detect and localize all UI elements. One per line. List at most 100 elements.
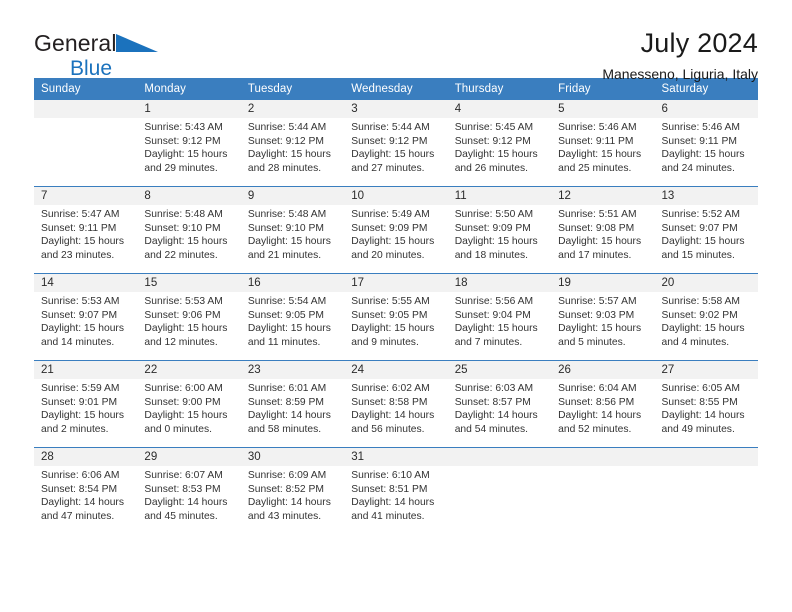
day-cell[interactable]: Sunrise: 6:07 AM Sunset: 8:53 PM Daylight:…: [137, 466, 241, 534]
day-cell[interactable]: Sunrise: 5:46 AM Sunset: 9:11 PM Daylight:…: [551, 118, 655, 186]
day-number[interactable]: 12: [551, 187, 655, 205]
day-cell[interactable]: Sunrise: 5:48 AM Sunset: 9:10 PM Daylight:…: [137, 205, 241, 273]
day-cell[interactable]: Sunrise: 5:53 AM Sunset: 9:07 PM Daylight:…: [34, 292, 138, 360]
day-daylight-line: and 4 minutes.: [661, 336, 730, 348]
day-number[interactable]: 13: [654, 187, 758, 205]
day-cell[interactable]: Sunrise: 5:53 AM Sunset: 9:06 PM Daylight:…: [137, 292, 241, 360]
day-daylight-line: Daylight: 14 hours: [454, 410, 538, 422]
day-daylight-line: and 14 minutes.: [41, 336, 115, 348]
day-sunrise-line: Sunrise: 5:54 AM: [247, 296, 327, 307]
day-cell[interactable]: Sunrise: 6:05 AM Sunset: 8:55 PM Daylight:…: [654, 379, 758, 447]
day-cell[interactable]: Sunrise: 5:45 AM Sunset: 9:12 PM Daylight:…: [447, 118, 552, 186]
day-cell[interactable]: Sunrise: 5:50 AM Sunset: 9:09 PM Daylight:…: [447, 205, 552, 273]
day-cell[interactable]: Sunrise: 6:02 AM Sunset: 8:58 PM Daylight:…: [344, 379, 448, 447]
calendar-table: Sunday Monday Tuesday Wednesday Thursday…: [34, 78, 758, 534]
day-daylight-line: and 47 minutes.: [41, 510, 115, 522]
day-number[interactable]: 20: [654, 274, 758, 292]
day-sunrise-line: Sunrise: 6:03 AM: [454, 383, 534, 394]
day-cell[interactable]: Sunrise: 5:44 AM Sunset: 9:12 PM Daylight:…: [344, 118, 448, 186]
day-number[interactable]: 10: [344, 187, 448, 205]
day-daylight-line: and 22 minutes.: [144, 249, 218, 261]
day-sunset-line: Sunset: 8:53 PM: [144, 483, 221, 495]
day-daylight-line: and 17 minutes.: [558, 249, 632, 261]
day-number[interactable]: 1: [137, 100, 241, 118]
day-sunset-line: Sunset: 9:00 PM: [144, 396, 221, 408]
day-number[interactable]: 21: [34, 361, 138, 379]
day-number[interactable]: 19: [551, 274, 655, 292]
day-sunset-line: Sunset: 8:59 PM: [247, 396, 324, 408]
day-daylight-line: and 9 minutes.: [351, 336, 419, 348]
day-daylight-line: and 29 minutes.: [144, 162, 218, 174]
day-number[interactable]: 2: [240, 100, 345, 118]
day-sunset-line: Sunset: 9:12 PM: [144, 135, 221, 147]
day-daylight-line: and 24 minutes.: [661, 162, 735, 174]
day-sunrise-line: Sunrise: 5:44 AM: [351, 122, 430, 133]
day-number[interactable]: 24: [344, 361, 448, 379]
day-cell[interactable]: Sunrise: 5:48 AM Sunset: 9:10 PM Daylight:…: [240, 205, 345, 273]
day-number[interactable]: 8: [137, 187, 241, 205]
day-number[interactable]: 30: [240, 448, 345, 466]
day-cell[interactable]: Sunrise: 6:00 AM Sunset: 9:00 PM Daylight:…: [137, 379, 241, 447]
day-cell[interactable]: Sunrise: 5:44 AM Sunset: 9:12 PM Daylight:…: [240, 118, 345, 186]
calendar-page: General Blue July 2024 Manesseno, Liguri…: [0, 0, 792, 612]
day-daylight-line: and 12 minutes.: [144, 336, 218, 348]
day-number[interactable]: 5: [551, 100, 655, 118]
day-daylight-line: Daylight: 14 hours: [558, 410, 642, 422]
day-cell[interactable]: Sunrise: 6:09 AM Sunset: 8:52 PM Daylight:…: [240, 466, 345, 534]
day-number[interactable]: 28: [34, 448, 138, 466]
day-number[interactable]: 11: [447, 187, 552, 205]
day-cell[interactable]: Sunrise: 6:10 AM Sunset: 8:51 PM Daylight:…: [344, 466, 448, 534]
day-number[interactable]: 22: [137, 361, 241, 379]
day-cell[interactable]: Sunrise: 5:43 AM Sunset: 9:12 PM Daylight:…: [137, 118, 241, 186]
day-sunrise-line: Sunrise: 5:58 AM: [661, 296, 740, 307]
day-sunrise-line: Sunrise: 5:55 AM: [351, 296, 430, 307]
week-daynumber-row: 123456: [34, 100, 758, 118]
day-number[interactable]: 29: [137, 448, 241, 466]
day-number[interactable]: 31: [344, 448, 448, 466]
day-cell[interactable]: Sunrise: 5:55 AM Sunset: 9:05 PM Daylight:…: [344, 292, 448, 360]
day-number[interactable]: 4: [447, 100, 552, 118]
day-cell[interactable]: Sunrise: 5:46 AM Sunset: 9:11 PM Daylight:…: [654, 118, 758, 186]
weekday-header-monday: Monday: [137, 78, 241, 100]
day-sunrise-line: Sunrise: 5:56 AM: [454, 296, 534, 307]
day-cell[interactable]: Sunrise: 5:49 AM Sunset: 9:09 PM Daylight:…: [344, 205, 448, 273]
day-cell[interactable]: Sunrise: 5:52 AM Sunset: 9:07 PM Daylight:…: [654, 205, 758, 273]
day-number[interactable]: 6: [654, 100, 758, 118]
day-number[interactable]: 25: [447, 361, 552, 379]
day-number-empty: [447, 448, 552, 466]
day-number[interactable]: 15: [137, 274, 241, 292]
day-cell-empty: [551, 466, 655, 534]
day-cell[interactable]: Sunrise: 5:57 AM Sunset: 9:03 PM Daylight:…: [551, 292, 655, 360]
week-detail-row: Sunrise: 5:43 AM Sunset: 9:12 PM Daylight:…: [34, 118, 758, 186]
day-number[interactable]: 14: [34, 274, 138, 292]
day-number[interactable]: 23: [240, 361, 345, 379]
day-sunrise-line: Sunrise: 6:05 AM: [661, 383, 740, 394]
day-cell[interactable]: Sunrise: 6:03 AM Sunset: 8:57 PM Daylight:…: [447, 379, 552, 447]
day-sunrise-line: Sunrise: 5:51 AM: [558, 209, 637, 220]
day-number[interactable]: 18: [447, 274, 552, 292]
day-number[interactable]: 27: [654, 361, 758, 379]
day-daylight-line: and 18 minutes.: [454, 249, 528, 261]
day-cell[interactable]: Sunrise: 6:06 AM Sunset: 8:54 PM Daylight:…: [34, 466, 138, 534]
day-daylight-line: and 45 minutes.: [144, 510, 218, 522]
day-cell[interactable]: Sunrise: 6:01 AM Sunset: 8:59 PM Daylight:…: [240, 379, 345, 447]
day-cell[interactable]: Sunrise: 5:58 AM Sunset: 9:02 PM Daylight:…: [654, 292, 758, 360]
day-daylight-line: and 27 minutes.: [351, 162, 425, 174]
day-cell[interactable]: Sunrise: 5:59 AM Sunset: 9:01 PM Daylight:…: [34, 379, 138, 447]
day-number[interactable]: 17: [344, 274, 448, 292]
day-daylight-line: Daylight: 15 hours: [144, 410, 228, 422]
day-number[interactable]: 9: [240, 187, 345, 205]
day-cell[interactable]: Sunrise: 5:56 AM Sunset: 9:04 PM Daylight:…: [447, 292, 552, 360]
day-number-empty: [551, 448, 655, 466]
day-sunset-line: Sunset: 9:06 PM: [144, 309, 221, 321]
day-cell[interactable]: Sunrise: 5:47 AM Sunset: 9:11 PM Daylight:…: [34, 205, 138, 273]
day-number[interactable]: 26: [551, 361, 655, 379]
day-number[interactable]: 16: [240, 274, 345, 292]
day-number[interactable]: 7: [34, 187, 138, 205]
day-sunset-line: Sunset: 9:07 PM: [41, 309, 118, 321]
day-cell[interactable]: Sunrise: 5:51 AM Sunset: 9:08 PM Daylight:…: [551, 205, 655, 273]
day-sunrise-line: Sunrise: 5:53 AM: [144, 296, 223, 307]
day-cell[interactable]: Sunrise: 5:54 AM Sunset: 9:05 PM Daylight:…: [240, 292, 345, 360]
day-cell[interactable]: Sunrise: 6:04 AM Sunset: 8:56 PM Daylight:…: [551, 379, 655, 447]
day-number[interactable]: 3: [344, 100, 448, 118]
